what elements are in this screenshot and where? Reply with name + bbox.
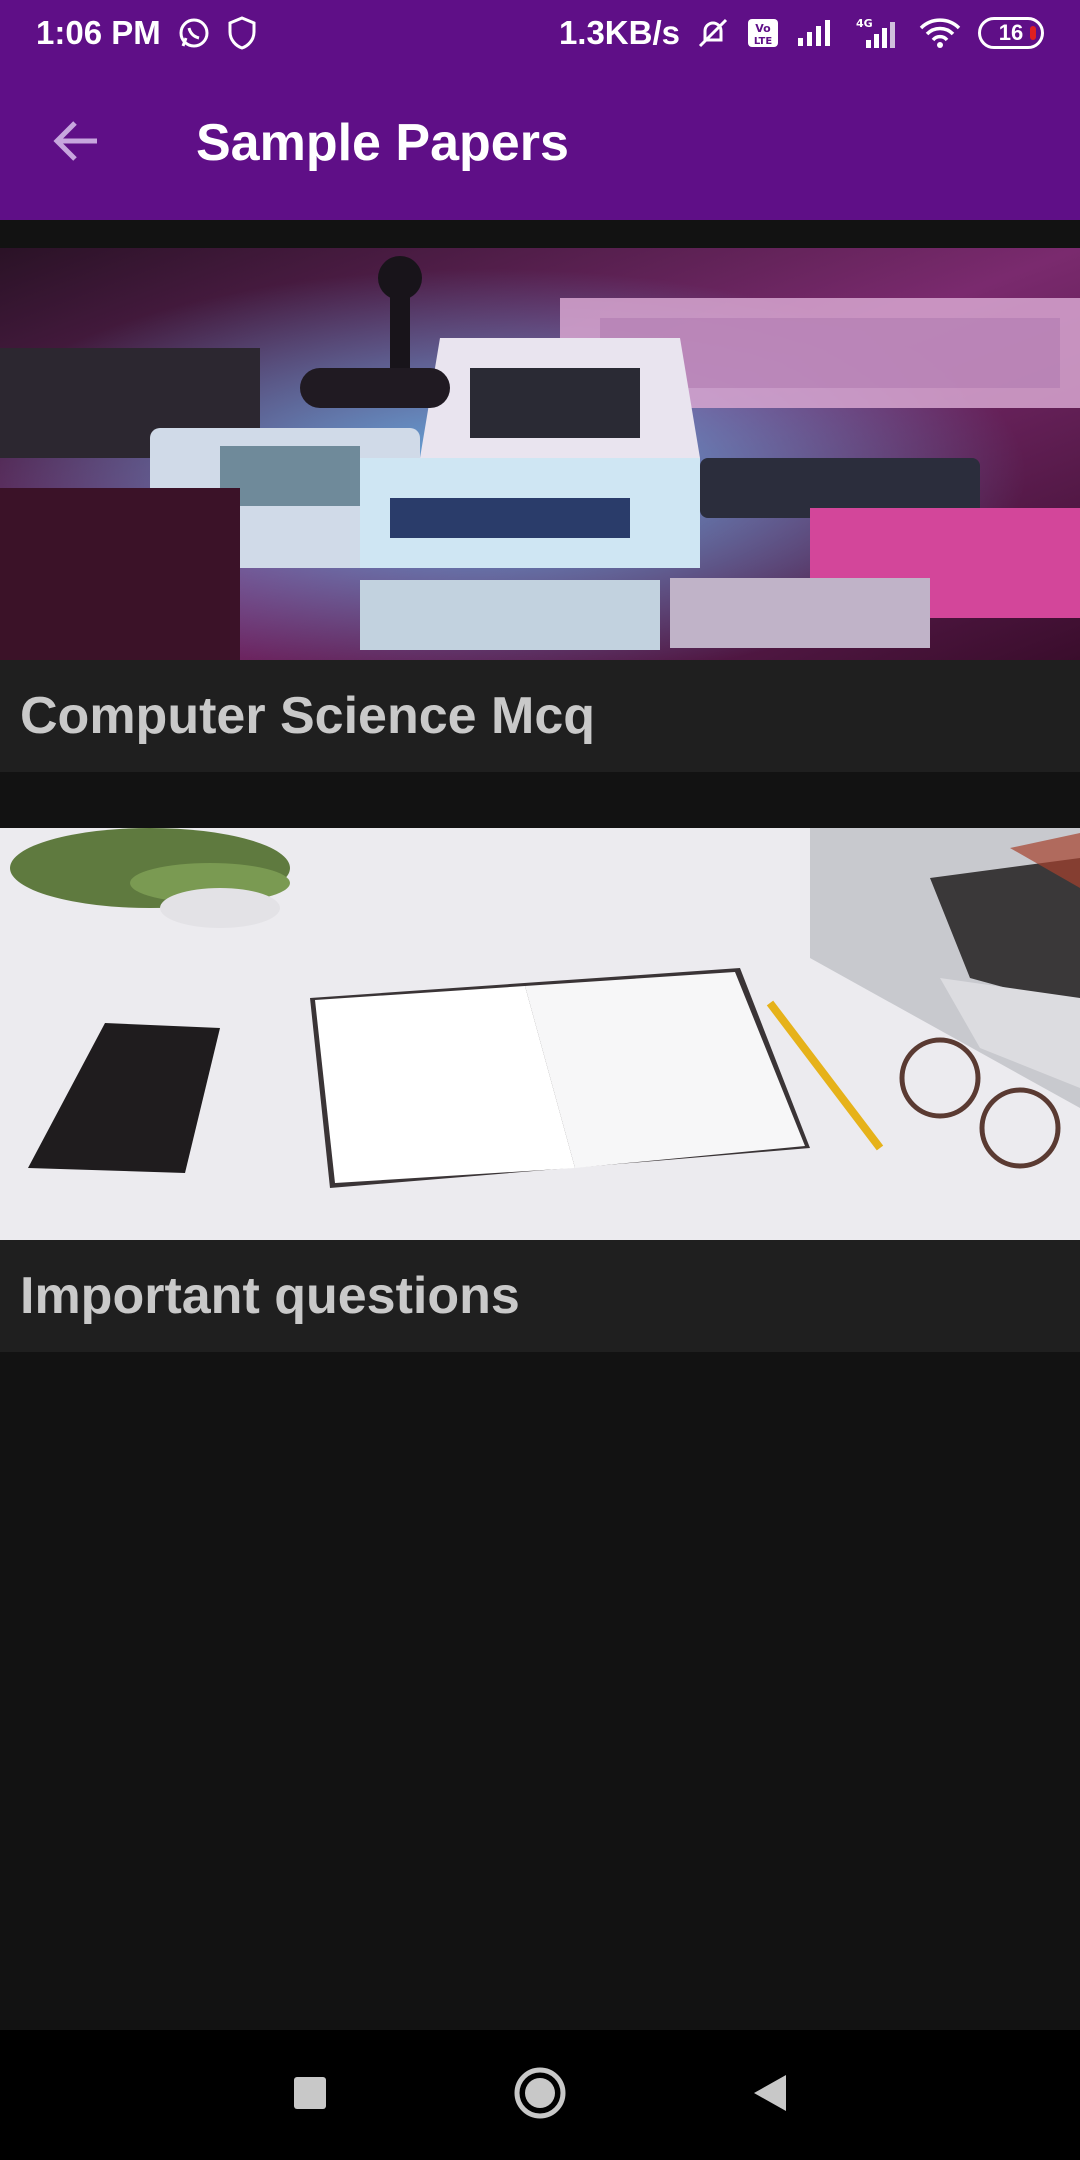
svg-text:LTE: LTE [754, 36, 773, 47]
4g-signal-icon: 4G [852, 16, 902, 50]
status-bar-left: 1:06 PM [36, 14, 257, 52]
svg-text:4G: 4G [856, 17, 873, 30]
recents-square-icon [292, 2075, 328, 2116]
whatsapp-icon [177, 16, 211, 50]
card-important-questions[interactable]: Important questions [0, 828, 1080, 1352]
system-back-button[interactable] [735, 2060, 805, 2130]
shield-icon [227, 16, 257, 50]
svg-text:Vo: Vo [755, 22, 771, 35]
wifi-icon [918, 16, 962, 50]
arrow-left-icon [51, 116, 101, 171]
home-circle-icon [513, 2066, 567, 2125]
volte-icon: Vo LTE [746, 16, 780, 50]
battery-indicator [1030, 26, 1036, 40]
back-triangle-icon [752, 2073, 788, 2118]
signal-icon [796, 18, 836, 48]
battery-icon: 16 [978, 17, 1044, 49]
system-nav-bar [0, 2030, 1080, 2160]
page-title: Sample Papers [196, 114, 569, 172]
network-speed: 1.3KB/s [558, 14, 680, 51]
recents-button[interactable] [275, 2060, 345, 2130]
back-button[interactable] [44, 111, 108, 175]
desk-notebook-photo [0, 828, 1080, 1240]
battery-level: 16 [998, 20, 1024, 45]
home-button[interactable] [505, 2060, 575, 2130]
mute-icon [696, 16, 730, 50]
clock: 1:06 PM [36, 14, 161, 51]
status-bar-right: 1.3KB/s Vo LTE 4G 16 [559, 14, 1044, 52]
app-bar: Sample Papers [0, 66, 1080, 220]
status-bar: 1:06 PM 1.3KB/s Vo LTE 4G 16 [0, 0, 1080, 66]
card-label: Important questions [20, 1267, 520, 1325]
retro-computers-photo [0, 248, 1080, 660]
card-computer-science-mcq[interactable]: Computer Science Mcq [0, 248, 1080, 772]
card-label: Computer Science Mcq [20, 687, 596, 745]
